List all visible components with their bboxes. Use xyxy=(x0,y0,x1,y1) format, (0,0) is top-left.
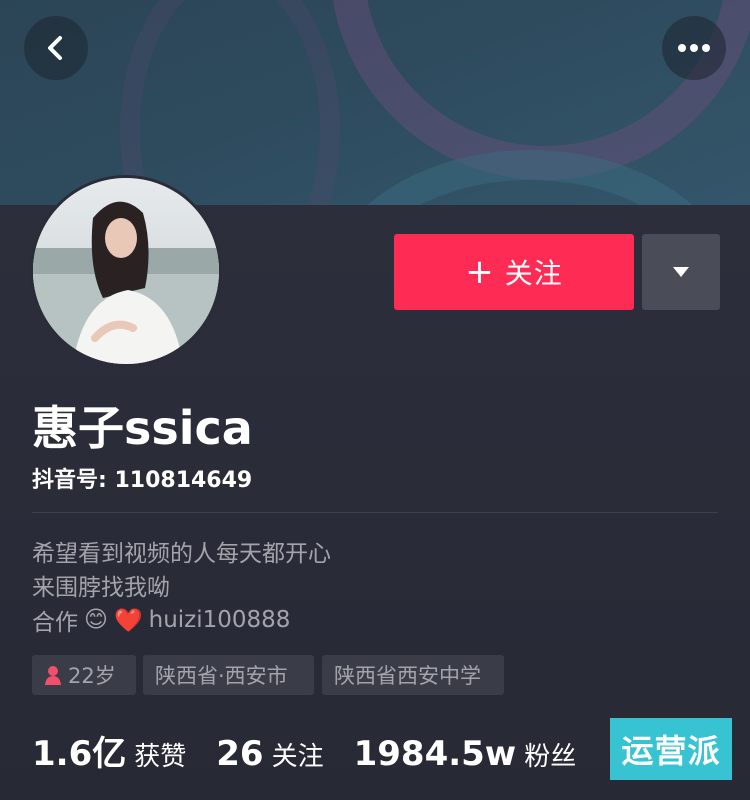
ellipsis-icon xyxy=(678,44,710,52)
likes-label: 获赞 xyxy=(134,742,187,772)
caret-down-icon xyxy=(673,267,689,277)
age-label: 22岁 xyxy=(68,664,116,688)
banner-decoration xyxy=(120,0,340,205)
profile-stats: 1.6亿 获赞 26 关注 1984.5w 粉丝 xyxy=(32,726,606,775)
plus-icon: + xyxy=(465,252,495,292)
following-stat[interactable]: 26 关注 xyxy=(216,734,323,774)
avatar[interactable] xyxy=(30,175,222,367)
bio-prefix: 合作 xyxy=(32,610,78,636)
location-label: 陕西省·西安市 xyxy=(155,664,288,688)
profile-banner xyxy=(0,0,750,205)
recommend-dropdown-button[interactable] xyxy=(642,234,720,310)
follow-label: 关注 xyxy=(504,257,563,290)
likes-count: 1.6亿 xyxy=(32,734,127,774)
bio-handle: huizi100888 xyxy=(148,607,291,633)
followers-stat[interactable]: 1984.5w 粉丝 xyxy=(354,734,577,774)
school-tag: 陕西省西安中学 xyxy=(322,655,504,695)
heart-emoji-icon: ❤️ xyxy=(113,607,143,634)
chevron-left-icon xyxy=(48,36,62,60)
banner-decoration xyxy=(320,150,740,205)
avatar-image xyxy=(33,178,219,364)
followers-label: 粉丝 xyxy=(524,742,577,772)
watermark-logo: 运营派 xyxy=(610,718,732,780)
bio-line: 来围脖找我呦 xyxy=(32,575,170,601)
age-tag: 22岁 xyxy=(32,655,136,695)
female-icon xyxy=(45,666,61,685)
follow-button[interactable]: + 关注 xyxy=(394,234,634,310)
location-tag: 陕西省·西安市 xyxy=(143,655,314,695)
likes-stat: 1.6亿 获赞 xyxy=(32,726,186,775)
back-button[interactable] xyxy=(24,16,88,80)
divider xyxy=(32,512,718,513)
smile-emoji-icon: 😊 xyxy=(84,607,108,633)
username: 惠子ssica xyxy=(32,401,253,455)
douyin-id: 抖音号: 110814649 xyxy=(32,468,253,493)
following-count: 26 xyxy=(216,734,264,774)
bio-line: 合作 😊 ❤️ huizi100888 xyxy=(32,603,290,637)
more-button[interactable] xyxy=(662,16,726,80)
following-label: 关注 xyxy=(271,742,324,772)
bio-line: 希望看到视频的人每天都开心 xyxy=(32,541,331,567)
school-label: 陕西省西安中学 xyxy=(334,664,481,688)
followers-count: 1984.5w xyxy=(353,734,517,774)
